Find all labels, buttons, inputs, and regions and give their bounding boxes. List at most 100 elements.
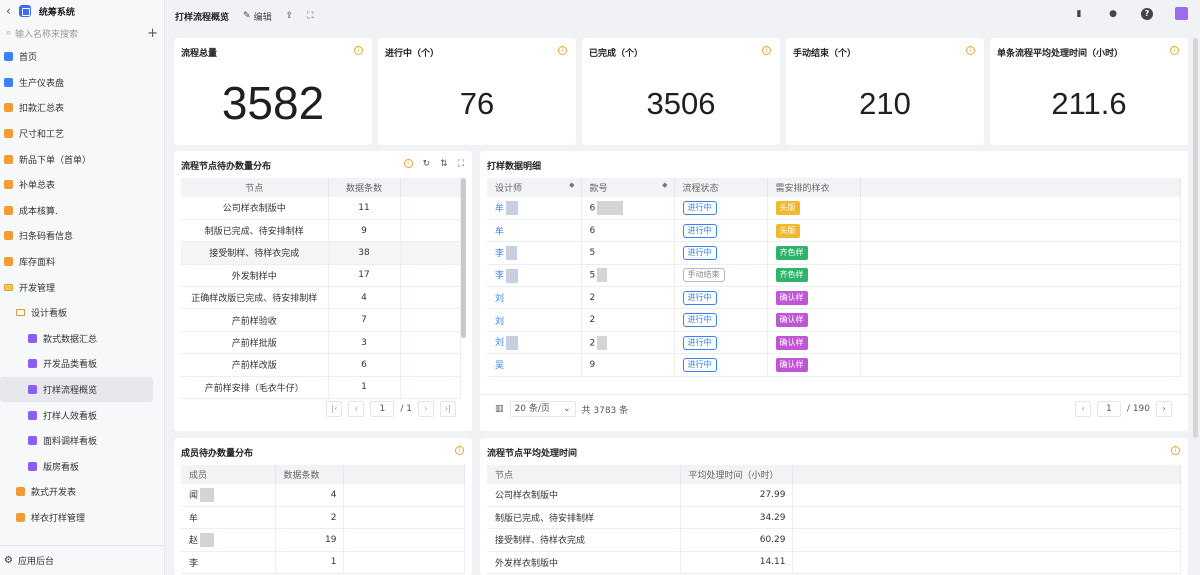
page-input[interactable]: 1	[370, 401, 395, 417]
table-row[interactable]: 闻4	[181, 484, 465, 507]
sidebar-item[interactable]: 库存面料	[0, 249, 164, 275]
table-row[interactable]: 外发样衣制版中 14.11	[487, 551, 1181, 575]
table-row[interactable]: 制版已完成、待安排制样 9	[181, 219, 461, 243]
sidebar-item[interactable]: 补单总表	[0, 172, 164, 198]
table-row[interactable]: 正确样改版已完成、待安排制样 4	[181, 286, 461, 310]
info-icon[interactable]: i	[966, 46, 975, 55]
sidebar-item[interactable]: 设计看板	[0, 300, 164, 326]
next-page-button[interactable]: ›	[418, 401, 434, 417]
info-icon[interactable]: i	[455, 446, 464, 455]
column-header[interactable]: 数据条数	[275, 465, 344, 484]
table-row[interactable]: 公司样衣制版中 27.99	[487, 484, 1181, 507]
table-row[interactable]: 刘 2 进行中 确认样	[487, 286, 1181, 310]
fullscreen-icon[interactable]: ⛶	[458, 159, 464, 169]
sidebar-item[interactable]: 生产仪表盘	[0, 70, 164, 96]
refresh-icon[interactable]: ↻	[423, 159, 431, 169]
sort-icon[interactable]: ⇅	[440, 159, 448, 169]
column-header[interactable]: 款号 ◆	[581, 178, 675, 197]
avatar[interactable]	[1175, 7, 1188, 20]
table-row[interactable]: 产前样安排（毛衣牛仔） 1	[181, 376, 461, 400]
page-size-select[interactable]: 20 条/页 ⌄	[509, 401, 576, 417]
columns-icon[interactable]: ▥	[495, 404, 504, 414]
table-row[interactable]: 制版已完成、待安排制样 34.29	[487, 506, 1181, 530]
edit-button[interactable]: ✎ 编辑	[243, 10, 272, 23]
designer-name[interactable]: 吴	[495, 361, 504, 371]
info-icon[interactable]: i	[762, 46, 771, 55]
table-row[interactable]: 外发制样中 17	[181, 264, 461, 288]
table-row[interactable]: 公司样衣制版中 11	[181, 197, 461, 220]
sort-icon[interactable]: ◆	[569, 181, 574, 189]
notification-icon[interactable]: ●	[1107, 8, 1119, 20]
info-icon[interactable]: i	[1171, 446, 1180, 455]
table-row[interactable]: 李 5 手动结束 齐色样	[487, 264, 1181, 288]
sort-icon[interactable]: ◆	[662, 181, 667, 189]
sidebar-item[interactable]: 打样流程概览	[0, 376, 153, 403]
column-header[interactable]: 平均处理时间（小时）	[680, 465, 793, 484]
sidebar-item[interactable]: 扣款汇总表	[0, 95, 164, 121]
table-row[interactable]: 接受制样、待样衣完成 60.29	[487, 528, 1181, 552]
prev-page-button[interactable]: ‹	[1074, 401, 1091, 417]
sidebar-item[interactable]: 款式开发表	[0, 479, 164, 505]
table-row[interactable]: 牟 6 进行中 头版	[487, 197, 1181, 220]
table-row[interactable]: 吴 9 进行中 确认样	[487, 353, 1181, 377]
column-header[interactable]: 节点	[487, 465, 681, 484]
page-scrollbar[interactable]	[1193, 38, 1198, 438]
add-icon[interactable]: +	[147, 26, 158, 41]
table-row[interactable]: 李 5 进行中 齐色样	[487, 241, 1181, 265]
sidebar-item[interactable]: 开发品类看板	[0, 351, 164, 377]
designer-name[interactable]: 牟	[495, 204, 504, 214]
sidebar-item[interactable]: 扫条码看信息	[0, 223, 164, 249]
fullscreen-button[interactable]: ⛶	[307, 11, 313, 21]
layout-icon[interactable]: ▮	[1073, 8, 1085, 20]
column-header[interactable]: 成员	[181, 465, 276, 484]
table-row[interactable]: 刘 2 进行中 确认样	[487, 308, 1181, 332]
designer-name[interactable]: 李	[495, 249, 504, 259]
table-row[interactable]: 产前样批版 3	[181, 331, 461, 355]
last-page-button[interactable]: ›|	[440, 401, 456, 417]
table-row[interactable]: 刘 2 进行中 确认样	[487, 331, 1181, 355]
sidebar-bottom[interactable]: ⚙ 应用后台	[0, 545, 164, 575]
column-header[interactable]: 数据条数	[328, 178, 401, 197]
info-icon[interactable]: i	[403, 159, 413, 168]
sidebar-item[interactable]: 版房看板	[0, 454, 164, 480]
table-row[interactable]: 牟2	[181, 506, 465, 530]
designer-name[interactable]: 牟	[495, 227, 504, 237]
sidebar-search[interactable]: ⌕ 输入名称来搜索 +	[0, 22, 164, 44]
column-header[interactable]: 设计师 ◆	[487, 178, 582, 197]
column-header[interactable]: 需安排的样衣	[767, 178, 861, 197]
designer-name[interactable]: 李	[495, 271, 504, 281]
table-row[interactable]: 产前样验收 7	[181, 308, 461, 332]
search-input[interactable]: 输入名称来搜索	[15, 27, 143, 40]
column-header[interactable]: 流程状态	[674, 178, 768, 197]
column-header[interactable]: 节点	[181, 178, 329, 197]
sidebar-item[interactable]: 样衣打样管理	[0, 505, 164, 531]
help-icon[interactable]: ?	[1141, 7, 1153, 20]
designer-name[interactable]: 刘	[495, 338, 504, 348]
info-icon[interactable]: i	[1170, 46, 1179, 55]
sidebar-item[interactable]: 打样人效看板	[0, 402, 164, 428]
designer-name[interactable]: 刘	[495, 317, 504, 327]
first-page-button[interactable]: |‹	[326, 401, 343, 417]
page-input[interactable]: 1	[1096, 401, 1121, 417]
table-row[interactable]: 产前样改版 6	[181, 353, 461, 377]
next-page-button[interactable]: ›	[1156, 401, 1172, 417]
sidebar-item[interactable]: 新品下单（首单）	[0, 146, 164, 172]
sidebar-item[interactable]: 面料调样看板	[0, 428, 164, 454]
back-icon[interactable]: ‹	[6, 4, 11, 18]
scrollbar[interactable]	[461, 178, 466, 338]
sidebar-item[interactable]: 尺寸和工艺	[0, 121, 164, 147]
table-row[interactable]: 李1	[181, 551, 465, 575]
admin-link[interactable]: 应用后台	[18, 554, 54, 567]
table-row[interactable]: 接受制样、待样衣完成 38	[181, 241, 461, 265]
table-row[interactable]: 牟 6 进行中 头版	[487, 219, 1181, 243]
sidebar-item[interactable]: 开发管理	[0, 274, 164, 300]
sidebar-item[interactable]: 成本核算.	[0, 198, 164, 224]
sidebar-item[interactable]: 款式数据汇总	[0, 326, 164, 352]
sidebar-item[interactable]: 首页	[0, 44, 164, 70]
info-icon[interactable]: i	[558, 46, 567, 55]
prev-page-button[interactable]: ‹	[348, 401, 365, 417]
table-row[interactable]: 赵 19	[181, 528, 465, 552]
share-button[interactable]: ⇪	[286, 11, 294, 21]
designer-name[interactable]: 刘	[495, 294, 504, 304]
info-icon[interactable]: i	[354, 46, 363, 55]
